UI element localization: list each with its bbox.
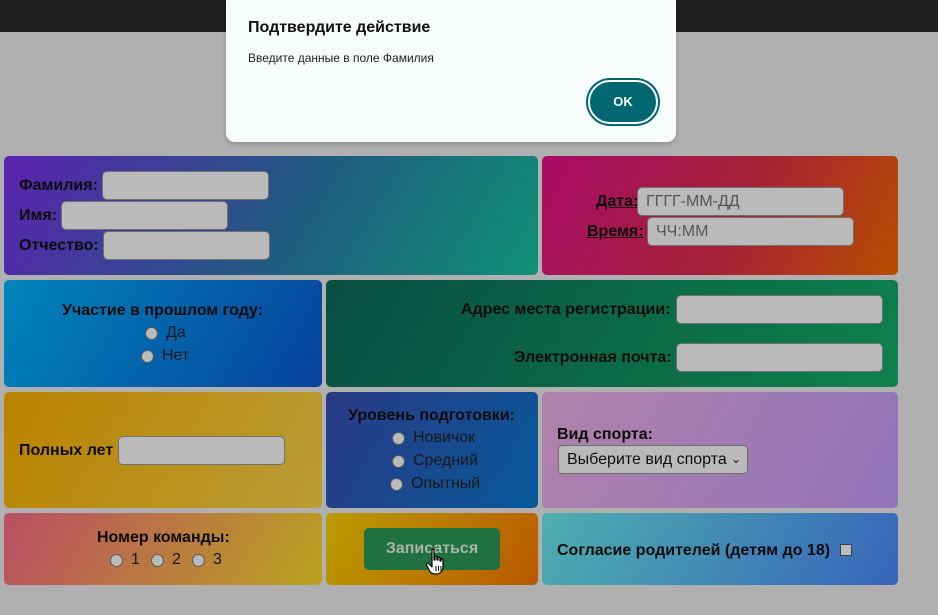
dialog-title: Подтвердите действие <box>248 19 431 36</box>
confirm-dialog: Подтвердите действие Введите данные в по… <box>226 0 676 142</box>
hand-pointer-icon <box>425 548 444 575</box>
dialog-message: Введите данные в поле Фамилия <box>248 51 434 65</box>
ok-button[interactable]: OK <box>588 80 658 124</box>
